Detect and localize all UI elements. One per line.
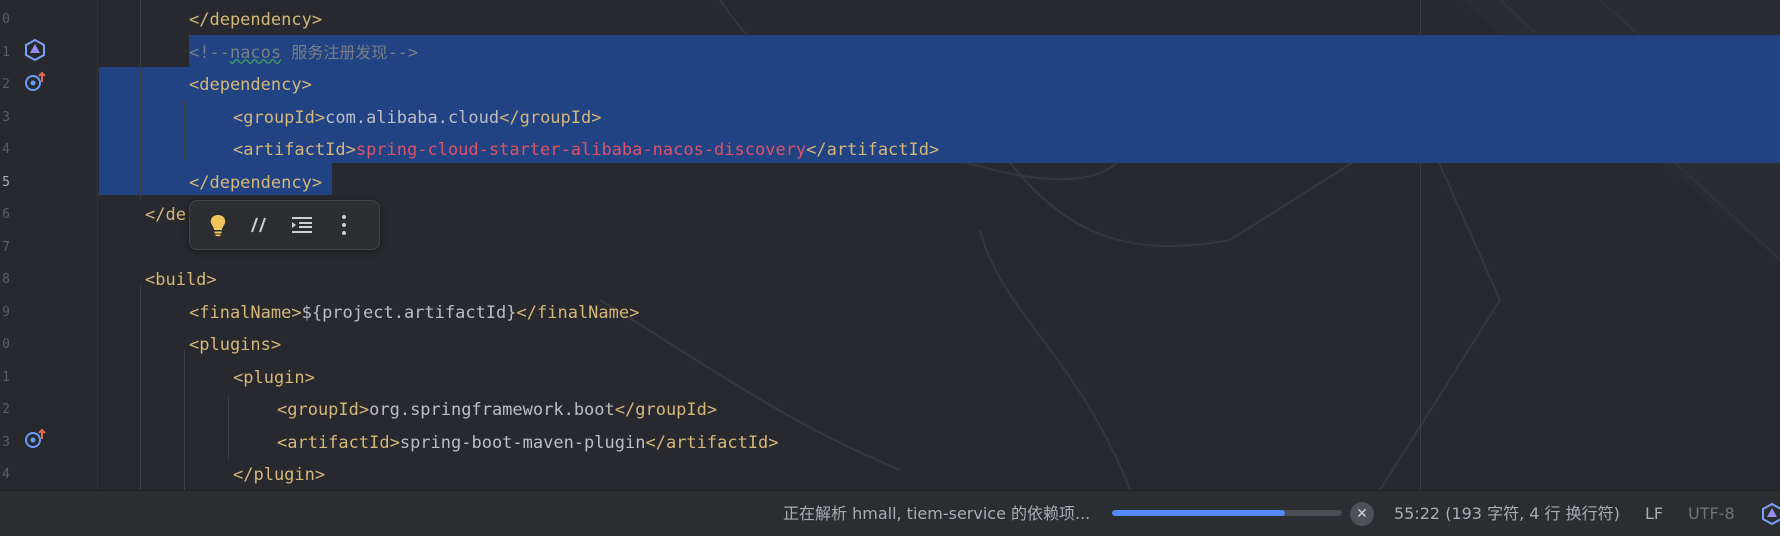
code-line[interactable]: </de [145, 199, 186, 231]
line-number: 9 [2, 304, 10, 320]
line-number: 6 [2, 207, 10, 222]
status-bar: 正在解析 hmall, tiem-service 的依赖项... ✕ 55:22… [0, 490, 1780, 536]
line-number: 1 [2, 44, 10, 60]
code-token: </groupId> [499, 107, 602, 128]
code-line[interactable]: <dependency> [189, 69, 312, 101]
line-number: 4 [2, 467, 10, 482]
code-token: </finalName> [516, 302, 640, 323]
line-number: 0 [2, 12, 10, 27]
line-number: 2 [2, 77, 10, 92]
progress-fill [1112, 510, 1285, 516]
more-icon[interactable] [328, 209, 360, 241]
line-number: 4 [2, 142, 10, 157]
code-line[interactable]: <finalName>${project.artifactId}</finalN… [189, 297, 639, 329]
comment-toggle-icon[interactable] [244, 209, 276, 241]
file-encoding[interactable]: UTF-8 [1688, 491, 1735, 536]
cursor-position[interactable]: 55:22 (193 字符, 4 行 换行符) [1394, 491, 1620, 536]
code-token: </artifactId> [806, 140, 940, 160]
code-line[interactable]: <!--nacos 服务注册发现--> [189, 37, 418, 69]
code-line[interactable]: <groupId>com.alibaba.cloud</groupId> [233, 102, 601, 134]
code-line[interactable]: </dependency> [189, 167, 322, 199]
code-token: --> [387, 42, 419, 63]
code-token: </dependency> [189, 10, 323, 30]
line-number: 0 [2, 337, 10, 352]
indent-guide [140, 285, 141, 490]
background-task-progress[interactable] [1112, 510, 1342, 516]
code-line[interactable]: <artifactId>spring-boot-maven-plugin</ar… [277, 427, 779, 459]
cancel-task-button[interactable]: ✕ [1350, 502, 1374, 526]
code-token: <plugins> [189, 335, 282, 355]
indent-guide [184, 350, 185, 490]
selection-highlight [189, 35, 1780, 67]
code-line[interactable]: <artifactId>spring-cloud-starter-alibaba… [233, 134, 939, 166]
code-line[interactable]: <build> [145, 264, 217, 296]
code-token: <groupId> [233, 107, 326, 128]
line-separator[interactable]: LF [1645, 491, 1663, 536]
code-token: org.springframework.boot [369, 400, 615, 420]
code-token: </de [145, 205, 186, 225]
line-number: 1 [2, 369, 10, 385]
code-token: <groupId> [277, 400, 370, 420]
line-number: 7 [2, 239, 10, 255]
line-number: 8 [2, 272, 10, 287]
maven-override-icon[interactable] [23, 70, 47, 94]
code-token: <artifactId> [233, 140, 356, 160]
code-editor[interactable]: 0 1 2 3 4 5 6 7 8 9 0 1 2 3 4 </dependency> <!--nacos 服… [0, 0, 1780, 490]
code-token: nacos [229, 42, 282, 63]
code-token: <!-- [189, 42, 230, 63]
close-icon: ✕ [1356, 506, 1368, 522]
line-number: 2 [2, 402, 10, 417]
ai-assistant-icon[interactable] [1760, 502, 1780, 526]
code-token: spring-boot-maven-plugin [399, 432, 646, 453]
spring-icon[interactable] [23, 38, 47, 62]
reformat-icon[interactable] [286, 209, 318, 241]
code-token: </artifactId> [645, 432, 779, 453]
code-line[interactable]: </plugin> [233, 459, 325, 490]
code-token: ${project.artifactId} [301, 302, 517, 323]
gutter-divider [97, 0, 98, 490]
code-token: <finalName> [189, 302, 302, 323]
code-token: spring-cloud-starter-alibaba-nacos-disco… [355, 140, 807, 160]
code-line[interactable]: </dependency> [189, 4, 322, 36]
code-token: <plugin> [233, 367, 315, 388]
code-token: <dependency> [189, 75, 312, 95]
background-task-text[interactable]: 正在解析 hmall, tiem-service 的依赖项... [783, 491, 1090, 536]
line-number: 3 [2, 434, 10, 450]
indent-guide [140, 0, 141, 200]
code-line[interactable]: <plugin> [233, 362, 315, 394]
indent-guide [228, 395, 229, 460]
indent-guide [184, 100, 185, 160]
intention-bulb-icon[interactable] [202, 209, 234, 241]
code-line[interactable]: <groupId>org.springframework.boot</group… [277, 394, 717, 426]
code-line[interactable]: <plugins> [189, 329, 281, 361]
code-token: </groupId> [614, 400, 718, 420]
line-number: 5 [2, 174, 10, 190]
code-token: 服务注册发现 [291, 42, 388, 62]
code-token: <artifactId> [277, 432, 400, 453]
code-token: </dependency> [189, 172, 323, 193]
floating-toolbar [189, 200, 380, 250]
code-token: com.alibaba.cloud [325, 107, 500, 128]
maven-override-icon[interactable] [23, 427, 47, 451]
line-number: 3 [2, 109, 10, 125]
code-token: </plugin> [233, 465, 326, 485]
code-token: <build> [145, 270, 217, 290]
